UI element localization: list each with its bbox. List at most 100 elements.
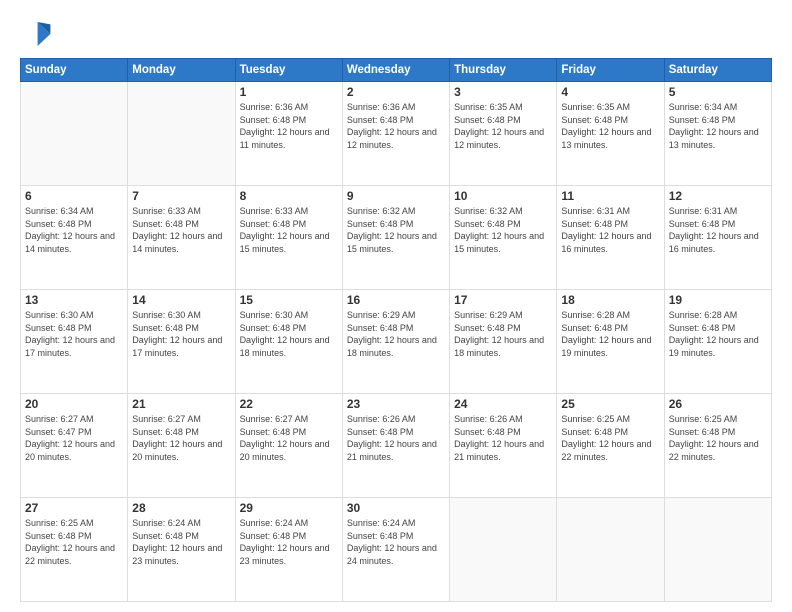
calendar-cell — [557, 498, 664, 602]
page: SundayMondayTuesdayWednesdayThursdayFrid… — [0, 0, 792, 612]
weekday-header: Sunday — [21, 59, 128, 82]
day-info: Sunrise: 6:24 AM Sunset: 6:48 PM Dayligh… — [240, 517, 338, 567]
calendar-cell: 23 Sunrise: 6:26 AM Sunset: 6:48 PM Dayli… — [342, 394, 449, 498]
calendar-cell — [450, 498, 557, 602]
calendar-cell: 24 Sunrise: 6:26 AM Sunset: 6:48 PM Dayli… — [450, 394, 557, 498]
calendar-cell: 11Sunrise: 6:31 AM Sunset: 6:48 PM Dayli… — [557, 186, 664, 290]
day-info: Sunrise: 6:28 AM Sunset: 6:48 PM Dayligh… — [561, 309, 659, 359]
day-info: Sunrise: 6:24 AM Sunset: 6:48 PM Dayligh… — [132, 517, 230, 567]
day-number: 15 — [240, 293, 338, 307]
calendar-cell: 29 Sunrise: 6:24 AM Sunset: 6:48 PM Dayli… — [235, 498, 342, 602]
calendar-cell — [128, 82, 235, 186]
calendar-cell: 20Sunrise: 6:27 AM Sunset: 6:47 PM Dayli… — [21, 394, 128, 498]
day-number: 2 — [347, 85, 445, 99]
day-info: Sunrise: 6:36 AM Sunset: 6:48 PM Dayligh… — [240, 101, 338, 151]
calendar-cell: 18 Sunrise: 6:28 AM Sunset: 6:48 PM Dayli… — [557, 290, 664, 394]
day-info: Sunrise: 6:31 AM Sunset: 6:48 PM Dayligh… — [669, 205, 767, 255]
calendar-cell: 15 Sunrise: 6:30 AM Sunset: 6:48 PM Dayli… — [235, 290, 342, 394]
calendar-cell: 28 Sunrise: 6:24 AM Sunset: 6:48 PM Dayli… — [128, 498, 235, 602]
day-info: Sunrise: 6:29 AM Sunset: 6:48 PM Dayligh… — [347, 309, 445, 359]
calendar-cell: 6Sunrise: 6:34 AM Sunset: 6:48 PM Daylig… — [21, 186, 128, 290]
calendar-cell: 25 Sunrise: 6:25 AM Sunset: 6:48 PM Dayli… — [557, 394, 664, 498]
day-number: 11 — [561, 189, 659, 203]
day-info: Sunrise: 6:32 AM Sunset: 6:48 PM Dayligh… — [347, 205, 445, 255]
weekday-header: Monday — [128, 59, 235, 82]
calendar-cell: 30Sunrise: 6:24 AM Sunset: 6:48 PM Dayli… — [342, 498, 449, 602]
day-number: 4 — [561, 85, 659, 99]
day-number: 12 — [669, 189, 767, 203]
weekday-header: Saturday — [664, 59, 771, 82]
day-info: Sunrise: 6:30 AM Sunset: 6:48 PM Dayligh… — [240, 309, 338, 359]
calendar-cell: 2 Sunrise: 6:36 AM Sunset: 6:48 PM Daylig… — [342, 82, 449, 186]
day-info: Sunrise: 6:29 AM Sunset: 6:48 PM Dayligh… — [454, 309, 552, 359]
calendar-cell: 12 Sunrise: 6:31 AM Sunset: 6:48 PM Dayli… — [664, 186, 771, 290]
day-number: 26 — [669, 397, 767, 411]
calendar-cell: 27 Sunrise: 6:25 AM Sunset: 6:48 PM Dayli… — [21, 498, 128, 602]
calendar-week-row: 20Sunrise: 6:27 AM Sunset: 6:47 PM Dayli… — [21, 394, 772, 498]
calendar-cell: 8 Sunrise: 6:33 AM Sunset: 6:48 PM Daylig… — [235, 186, 342, 290]
day-info: Sunrise: 6:26 AM Sunset: 6:48 PM Dayligh… — [454, 413, 552, 463]
day-number: 24 — [454, 397, 552, 411]
calendar-cell: 14 Sunrise: 6:30 AM Sunset: 6:48 PM Dayli… — [128, 290, 235, 394]
day-info: Sunrise: 6:25 AM Sunset: 6:48 PM Dayligh… — [25, 517, 123, 567]
day-info: Sunrise: 6:26 AM Sunset: 6:48 PM Dayligh… — [347, 413, 445, 463]
calendar-week-row: 13 Sunrise: 6:30 AM Sunset: 6:48 PM Dayli… — [21, 290, 772, 394]
calendar-cell: 22 Sunrise: 6:27 AM Sunset: 6:48 PM Dayli… — [235, 394, 342, 498]
day-number: 7 — [132, 189, 230, 203]
calendar-cell — [21, 82, 128, 186]
day-number: 10 — [454, 189, 552, 203]
day-info: Sunrise: 6:35 AM Sunset: 6:48 PM Dayligh… — [454, 101, 552, 151]
day-info: Sunrise: 6:25 AM Sunset: 6:48 PM Dayligh… — [561, 413, 659, 463]
day-number: 14 — [132, 293, 230, 307]
day-number: 9 — [347, 189, 445, 203]
calendar-cell: 3 Sunrise: 6:35 AM Sunset: 6:48 PM Daylig… — [450, 82, 557, 186]
calendar-table: SundayMondayTuesdayWednesdayThursdayFrid… — [20, 58, 772, 602]
calendar-cell: 4 Sunrise: 6:35 AM Sunset: 6:48 PM Daylig… — [557, 82, 664, 186]
day-info: Sunrise: 6:35 AM Sunset: 6:48 PM Dayligh… — [561, 101, 659, 151]
calendar-cell: 16 Sunrise: 6:29 AM Sunset: 6:48 PM Dayli… — [342, 290, 449, 394]
day-info: Sunrise: 6:27 AM Sunset: 6:48 PM Dayligh… — [240, 413, 338, 463]
day-number: 29 — [240, 501, 338, 515]
day-info: Sunrise: 6:28 AM Sunset: 6:48 PM Dayligh… — [669, 309, 767, 359]
calendar-cell: 19 Sunrise: 6:28 AM Sunset: 6:48 PM Dayli… — [664, 290, 771, 394]
day-number: 13 — [25, 293, 123, 307]
day-number: 30 — [347, 501, 445, 515]
logo-icon — [20, 18, 52, 50]
day-number: 21 — [132, 397, 230, 411]
day-info: Sunrise: 6:34 AM Sunset: 6:48 PM Dayligh… — [669, 101, 767, 151]
weekday-header: Wednesday — [342, 59, 449, 82]
day-info: Sunrise: 6:33 AM Sunset: 6:48 PM Dayligh… — [240, 205, 338, 255]
day-number: 5 — [669, 85, 767, 99]
calendar-cell: 21 Sunrise: 6:27 AM Sunset: 6:48 PM Dayli… — [128, 394, 235, 498]
day-info: Sunrise: 6:33 AM Sunset: 6:48 PM Dayligh… — [132, 205, 230, 255]
calendar-cell: 9 Sunrise: 6:32 AM Sunset: 6:48 PM Daylig… — [342, 186, 449, 290]
day-number: 27 — [25, 501, 123, 515]
day-info: Sunrise: 6:30 AM Sunset: 6:48 PM Dayligh… — [25, 309, 123, 359]
day-number: 18 — [561, 293, 659, 307]
day-info: Sunrise: 6:32 AM Sunset: 6:48 PM Dayligh… — [454, 205, 552, 255]
day-number: 28 — [132, 501, 230, 515]
day-number: 22 — [240, 397, 338, 411]
day-number: 3 — [454, 85, 552, 99]
calendar-week-row: 6Sunrise: 6:34 AM Sunset: 6:48 PM Daylig… — [21, 186, 772, 290]
day-number: 6 — [25, 189, 123, 203]
day-info: Sunrise: 6:27 AM Sunset: 6:48 PM Dayligh… — [132, 413, 230, 463]
header — [20, 18, 772, 50]
day-info: Sunrise: 6:25 AM Sunset: 6:48 PM Dayligh… — [669, 413, 767, 463]
calendar-header-row: SundayMondayTuesdayWednesdayThursdayFrid… — [21, 59, 772, 82]
day-number: 23 — [347, 397, 445, 411]
day-info: Sunrise: 6:36 AM Sunset: 6:48 PM Dayligh… — [347, 101, 445, 151]
calendar-cell: 17 Sunrise: 6:29 AM Sunset: 6:48 PM Dayli… — [450, 290, 557, 394]
calendar-cell: 7 Sunrise: 6:33 AM Sunset: 6:48 PM Daylig… — [128, 186, 235, 290]
day-number: 8 — [240, 189, 338, 203]
day-number: 17 — [454, 293, 552, 307]
calendar-cell: 26 Sunrise: 6:25 AM Sunset: 6:48 PM Dayli… — [664, 394, 771, 498]
calendar-cell: 5 Sunrise: 6:34 AM Sunset: 6:48 PM Daylig… — [664, 82, 771, 186]
day-number: 16 — [347, 293, 445, 307]
day-number: 19 — [669, 293, 767, 307]
day-info: Sunrise: 6:30 AM Sunset: 6:48 PM Dayligh… — [132, 309, 230, 359]
day-number: 1 — [240, 85, 338, 99]
calendar-week-row: 27 Sunrise: 6:25 AM Sunset: 6:48 PM Dayli… — [21, 498, 772, 602]
weekday-header: Thursday — [450, 59, 557, 82]
day-number: 25 — [561, 397, 659, 411]
